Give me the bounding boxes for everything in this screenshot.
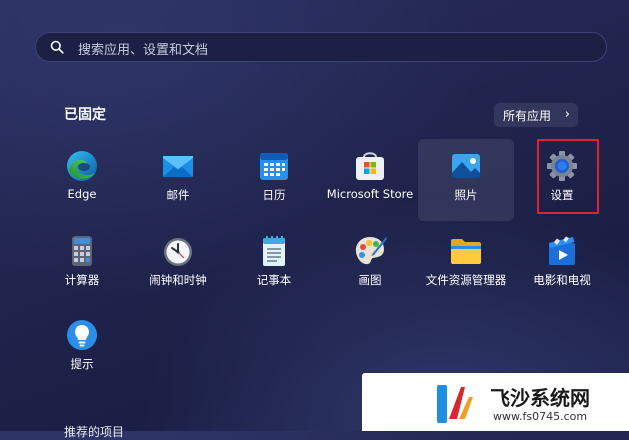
app-label: 日历: [262, 188, 286, 202]
app-label: 文件资源管理器: [425, 273, 507, 287]
app-tile-notepad[interactable]: 记事本: [226, 224, 322, 306]
watermark-logo-icon: [437, 385, 473, 423]
calculator-icon: [72, 236, 92, 266]
app-tile-store[interactable]: Microsoft Store: [322, 139, 418, 221]
clock-icon: [164, 238, 192, 266]
chevron-right-icon: ›: [564, 107, 570, 122]
calendar-icon: [260, 153, 288, 180]
app-tile-movies-tv[interactable]: 电影和电视: [514, 224, 610, 306]
app-label: 闹钟和时钟: [149, 273, 207, 287]
all-apps-label: 所有应用: [503, 108, 552, 123]
app-tile-edge[interactable]: Edge: [34, 139, 130, 221]
recommended-title: 推荐的项目: [64, 425, 125, 439]
app-tile-mail[interactable]: 邮件: [130, 139, 226, 221]
all-apps-button[interactable]: 所有应用 ›: [494, 103, 578, 127]
movies-icon: [549, 236, 575, 265]
app-label: 电影和电视: [533, 273, 591, 287]
app-label: 记事本: [256, 273, 292, 287]
app-tile-paint[interactable]: 画图: [322, 224, 418, 306]
pinned-title: 已固定: [64, 107, 106, 123]
search-placeholder: 搜索应用、设置和文档: [78, 43, 209, 58]
watermark: 飞沙系统网 www.fs0745.com: [362, 373, 629, 431]
app-label: 计算器: [64, 273, 100, 287]
app-label: 提示: [70, 357, 94, 371]
tips-icon: [67, 320, 97, 350]
mail-icon: [163, 156, 193, 177]
notepad-icon: [263, 236, 285, 266]
watermark-text: 飞沙系统网: [490, 386, 590, 410]
app-label: 照片: [454, 188, 478, 202]
app-label: 画图: [358, 273, 382, 287]
app-label: 邮件: [166, 188, 190, 202]
paint-icon: [355, 237, 387, 265]
app-label: Edge: [67, 187, 97, 201]
app-label: Microsoft Store: [326, 187, 414, 201]
photos-icon: [452, 154, 480, 178]
search-icon: [50, 40, 64, 54]
app-tile-calendar[interactable]: 日历: [226, 139, 322, 221]
search-box[interactable]: 搜索应用、设置和文档: [35, 32, 607, 62]
app-tile-photos[interactable]: 照片: [418, 139, 514, 221]
app-tile-calculator[interactable]: 计算器: [34, 224, 130, 306]
watermark-url: www.fs0745.com: [493, 410, 588, 423]
store-icon: [356, 152, 384, 180]
app-tile-tips[interactable]: 提示: [34, 308, 130, 390]
app-tile-clock[interactable]: 闹钟和时钟: [130, 224, 226, 306]
settings-highlight-box: [537, 139, 599, 214]
edge-icon: [67, 151, 97, 181]
app-tile-file-explorer[interactable]: 文件资源管理器: [418, 224, 514, 306]
folder-icon: [451, 239, 481, 264]
